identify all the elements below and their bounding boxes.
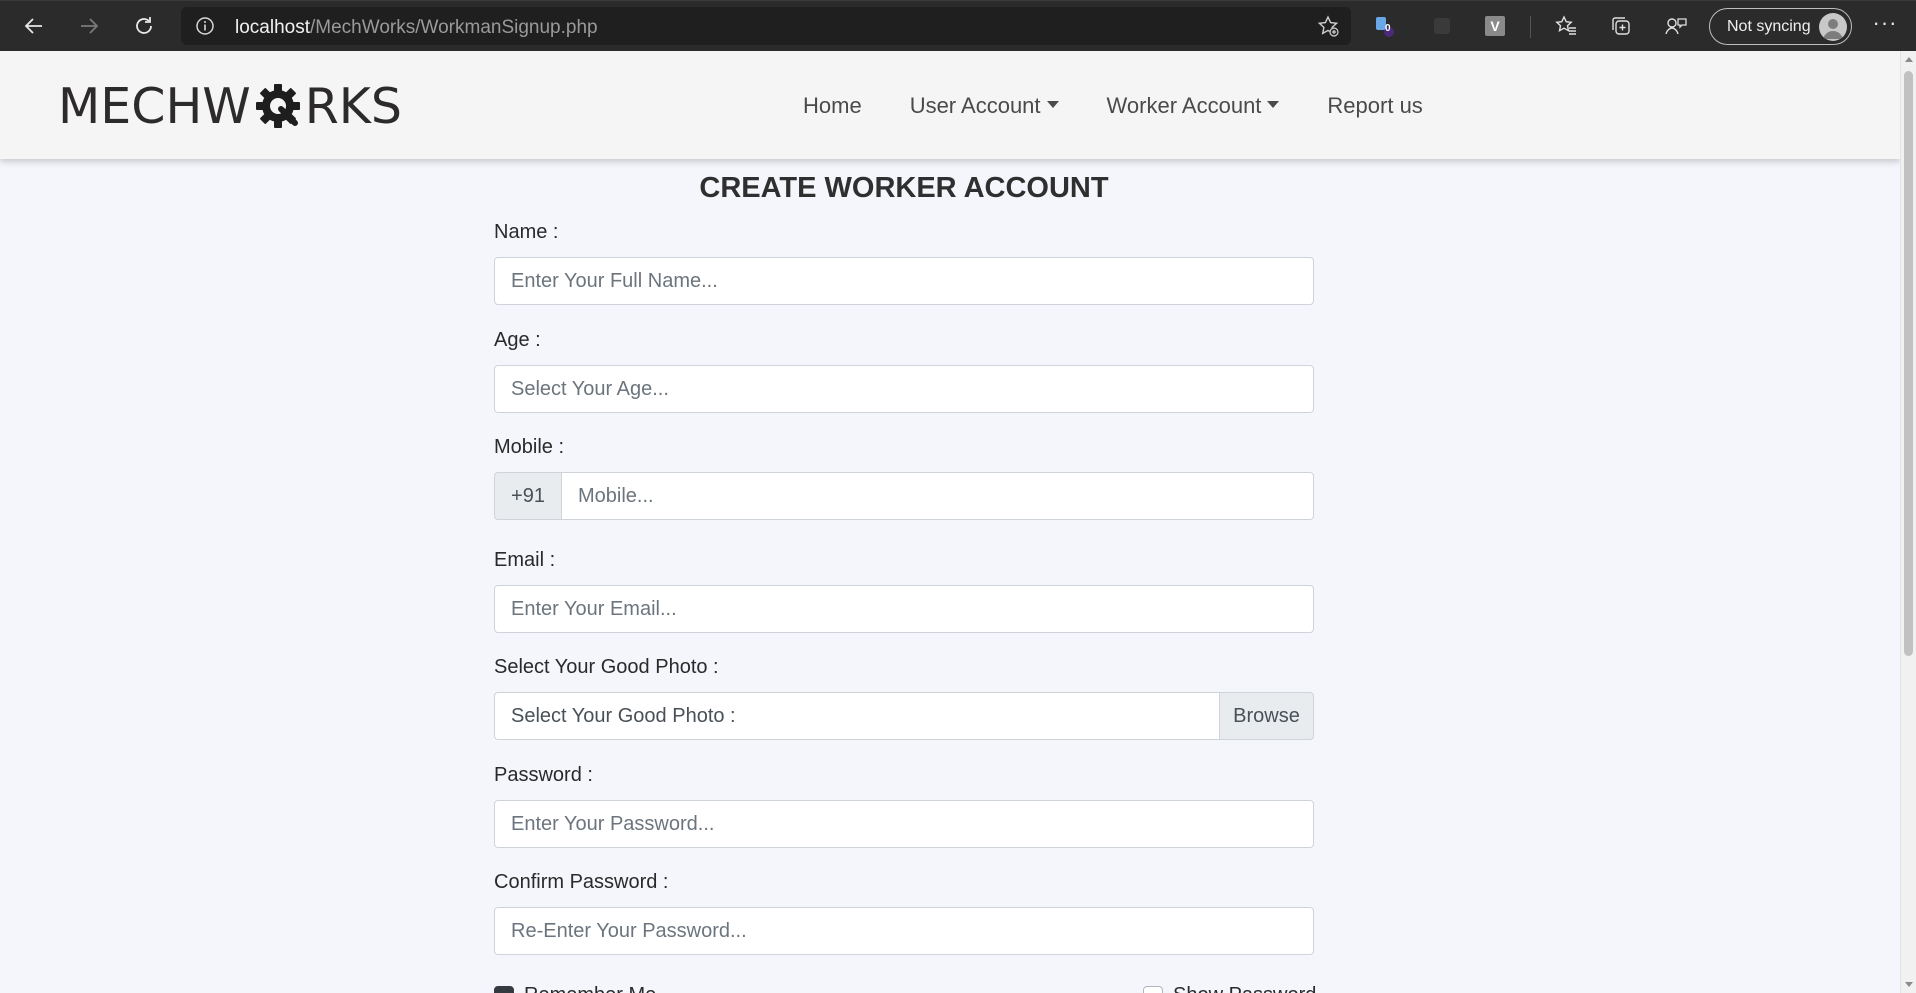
nav-home[interactable]: Home: [803, 93, 862, 119]
country-code-prefix: +91: [494, 472, 561, 520]
mobile-label: Mobile :: [494, 436, 565, 458]
logo-text-left: MECHW: [58, 77, 251, 135]
sync-label: Not syncing: [1727, 17, 1811, 35]
collections-button[interactable]: [1609, 14, 1633, 38]
caret-down-icon: [1046, 100, 1059, 108]
page-scrollbar[interactable]: [1900, 51, 1916, 993]
password-label: Password :: [494, 764, 593, 786]
name-label: Name :: [494, 221, 559, 243]
extension-icon: [1376, 17, 1394, 37]
nav-worker-account[interactable]: Worker Account: [1107, 93, 1280, 119]
age-label: Age :: [494, 329, 541, 351]
nav-report-us[interactable]: Report us: [1327, 93, 1422, 119]
url-path: /MechWorks/WorkmanSignup.php: [310, 17, 598, 38]
age-input[interactable]: Select Your Age...: [494, 365, 1314, 413]
confirm-password-label: Confirm Password :: [494, 871, 669, 893]
extension-counter[interactable]: 0: [1372, 14, 1396, 38]
browser-toolbar: localhost/MechWorks/WorkmanSignup.php 0 …: [0, 0, 1916, 51]
extension-v[interactable]: V: [1483, 14, 1507, 38]
nav-report-us-label: Report us: [1327, 93, 1423, 118]
photo-file-name[interactable]: Select Your Good Photo :: [494, 692, 1219, 740]
dark-extension-icon: [1434, 18, 1450, 34]
scrollbar-thumb[interactable]: [1904, 71, 1913, 656]
show-password-label: Show Password: [1173, 984, 1316, 993]
toolbar-divider: [1530, 16, 1531, 38]
checkbox-unchecked-icon[interactable]: [1143, 985, 1163, 993]
address-bar[interactable]: localhost/MechWorks/WorkmanSignup.php: [181, 7, 1351, 45]
info-icon[interactable]: [195, 16, 215, 36]
favorites-button[interactable]: [1554, 14, 1578, 38]
v-extension-icon: V: [1485, 16, 1505, 36]
reload-button[interactable]: [128, 10, 160, 42]
profile-avatar: [1819, 13, 1847, 41]
mobile-input-group: +91 Mobile...: [494, 472, 1314, 520]
signup-form: CREATE WORKER ACCOUNT Name : Enter Your …: [0, 159, 1900, 993]
nav-worker-account-label: Worker Account: [1106, 93, 1262, 118]
remember-me-checkbox[interactable]: Remember Me: [494, 984, 656, 993]
profile-sync-button[interactable]: Not syncing: [1709, 8, 1852, 45]
arrow-left-icon: [24, 18, 42, 34]
page-title: CREATE WORKER ACCOUNT: [699, 172, 1109, 204]
user-avatar-icon: [1823, 19, 1843, 39]
back-button[interactable]: [18, 10, 50, 42]
mechworks-logo[interactable]: MECHW RKS: [58, 77, 403, 135]
main-menu: Home User Account Worker Account Report …: [803, 93, 1471, 119]
url-text[interactable]: localhost/MechWorks/WorkmanSignup.php: [235, 17, 598, 39]
nav-user-account-label: User Account: [909, 93, 1041, 118]
remember-me-label: Remember Me: [524, 984, 656, 993]
favorites-icon: [1555, 15, 1576, 35]
forward-button[interactable]: [73, 10, 105, 42]
show-password-checkbox[interactable]: Show Password: [1143, 984, 1316, 993]
nav-user-account[interactable]: User Account: [910, 93, 1059, 119]
site-navbar: MECHW RKS Home User Account Worker Accou…: [0, 51, 1900, 159]
mobile-input[interactable]: Mobile...: [561, 472, 1314, 520]
name-input[interactable]: Enter Your Full Name...: [494, 257, 1314, 305]
add-favorite-icon[interactable]: [1317, 15, 1339, 37]
email-label: Email :: [494, 549, 556, 571]
password-input[interactable]: Enter Your Password...: [494, 800, 1314, 848]
photo-label: Select Your Good Photo :: [494, 656, 719, 678]
more-options-icon[interactable]: ···: [1870, 12, 1900, 38]
extension-badge: 0: [1385, 23, 1391, 34]
reload-icon: [136, 17, 152, 34]
extension-dark[interactable]: [1430, 14, 1454, 38]
confirm-password-input[interactable]: Re-Enter Your Password...: [494, 907, 1314, 955]
email-input[interactable]: Enter Your Email...: [494, 585, 1314, 633]
checkbox-checked-icon[interactable]: [494, 985, 514, 993]
url-host: localhost: [235, 17, 310, 38]
scroll-up-icon[interactable]: [1905, 57, 1913, 62]
browse-button[interactable]: Browse: [1219, 692, 1314, 740]
feedback-icon: [1665, 18, 1687, 35]
gear-wrench-icon: [255, 84, 300, 128]
share-button[interactable]: [1664, 14, 1688, 38]
caret-down-icon: [1267, 100, 1280, 108]
scroll-down-icon[interactable]: [1905, 982, 1913, 987]
logo-text-right: RKS: [304, 77, 403, 135]
collections-icon: [1612, 17, 1630, 35]
arrow-right-icon: [81, 18, 99, 34]
nav-home-label: Home: [803, 93, 862, 118]
photo-file-input[interactable]: Select Your Good Photo : Browse: [494, 692, 1314, 740]
